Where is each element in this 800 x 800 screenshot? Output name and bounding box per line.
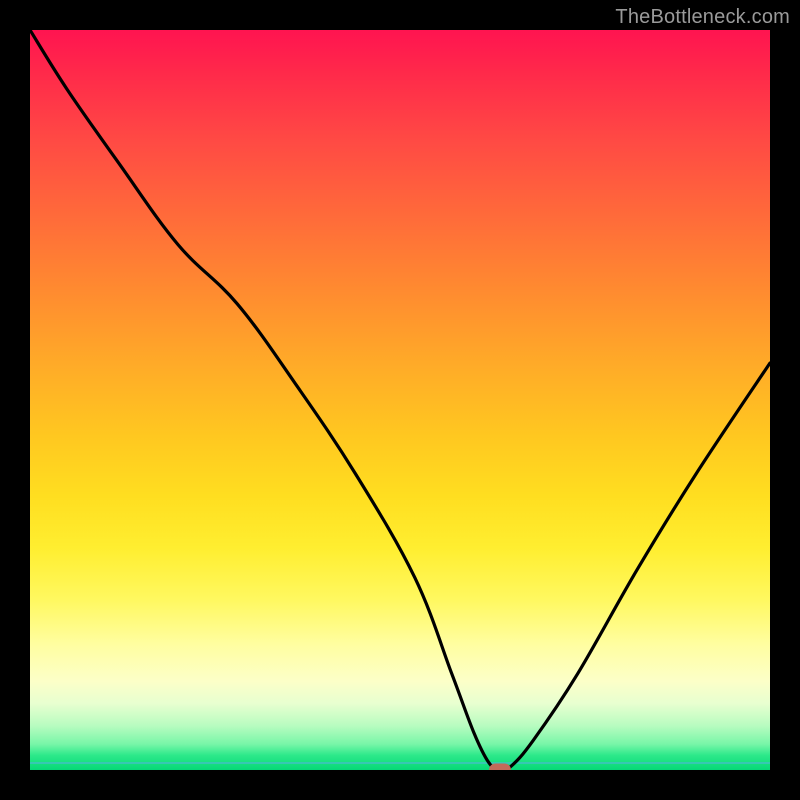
chart-stage: TheBottleneck.com — [0, 0, 800, 800]
bottleneck-curve — [30, 30, 770, 770]
watermark-text: TheBottleneck.com — [615, 6, 790, 29]
plot-area — [30, 30, 770, 770]
